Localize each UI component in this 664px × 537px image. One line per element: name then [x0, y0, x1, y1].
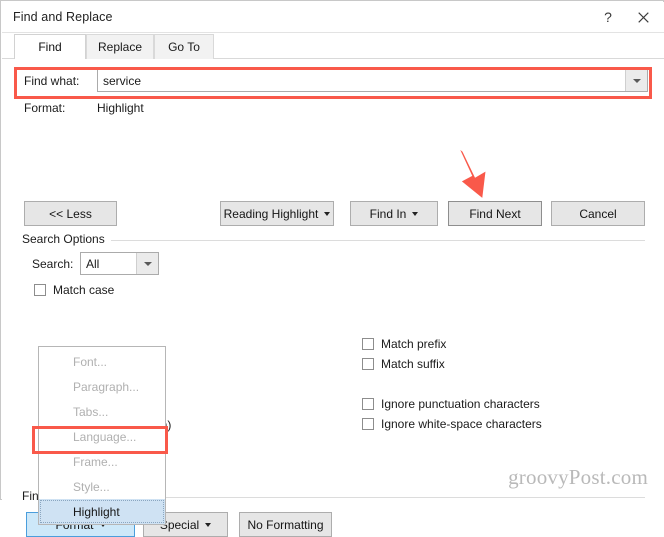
search-scope-select[interactable]: All [80, 252, 159, 275]
title-bar: Find and Replace ? [2, 2, 664, 33]
checkbox-match-suffix-label: Match suffix [381, 357, 445, 371]
cancel-button[interactable]: Cancel [551, 201, 645, 226]
search-options-rule [22, 240, 645, 241]
search-scope-label: Search: [32, 257, 73, 271]
watermark: groovyPost.com [508, 465, 648, 490]
find-in-button[interactable]: Find In [350, 201, 438, 226]
find-what-input[interactable]: service [97, 69, 648, 92]
page-title: Find and Replace [13, 10, 113, 24]
chevron-down-icon [144, 262, 152, 266]
chevron-down-icon [633, 79, 641, 83]
menu-item-language-label: Language... [73, 430, 136, 444]
search-scope-dropdown-button[interactable] [136, 253, 158, 274]
dialog-window: Find and Replace ? Find Replace G [0, 0, 664, 500]
checkbox-ignore-punctuation-label: Ignore punctuation characters [381, 397, 540, 411]
tab-replace-label: Replace [98, 40, 142, 54]
format-dropdown-menu: Font... Paragraph... Tabs... Language...… [38, 346, 166, 525]
checkbox-box-icon [362, 358, 374, 370]
menu-item-frame-label: Frame... [73, 455, 118, 469]
menu-item-style-label: Style... [73, 480, 110, 494]
reading-highlight-button[interactable]: Reading Highlight [220, 201, 334, 226]
tab-goto-label: Go To [168, 40, 200, 54]
menu-item-style[interactable]: Style... [39, 474, 165, 499]
find-what-label: Find what: [24, 74, 79, 88]
caret-down-icon [324, 212, 330, 216]
checkbox-ignore-whitespace[interactable]: Ignore white-space characters [362, 417, 542, 431]
checkbox-match-case-label: Match case [53, 283, 114, 297]
menu-item-paragraph-label: Paragraph... [73, 380, 139, 394]
no-formatting-button-label: No Formatting [247, 518, 323, 532]
caret-down-icon [412, 212, 418, 216]
cancel-button-label: Cancel [579, 207, 616, 221]
tab-strip: Find Replace Go To [2, 33, 664, 60]
less-button[interactable]: << Less [24, 201, 117, 226]
checkbox-box-icon [362, 418, 374, 430]
find-in-button-label: Find In [370, 207, 407, 221]
find-what-value: service [98, 74, 141, 88]
help-icon[interactable]: ? [591, 2, 625, 32]
menu-item-tabs-label: Tabs... [73, 405, 108, 419]
no-formatting-button[interactable]: No Formatting [239, 512, 332, 537]
checkbox-match-prefix[interactable]: Match prefix [362, 337, 446, 351]
search-scope-value: All [81, 257, 99, 271]
checkbox-match-prefix-label: Match prefix [381, 337, 446, 351]
menu-item-font-label: Font... [73, 355, 107, 369]
tab-replace[interactable]: Replace [86, 34, 154, 59]
menu-item-tabs[interactable]: Tabs... [39, 399, 165, 424]
less-button-label: << Less [49, 207, 92, 221]
menu-item-paragraph[interactable]: Paragraph... [39, 374, 165, 399]
find-what-dropdown-button[interactable] [625, 70, 647, 91]
format-status-value: Highlight [97, 101, 144, 115]
tab-goto[interactable]: Go To [154, 34, 214, 59]
find-next-button-label: Find Next [469, 207, 520, 221]
format-status-label: Format: [24, 101, 65, 115]
checkbox-box-icon [362, 338, 374, 350]
menu-item-font[interactable]: Font... [39, 349, 165, 374]
checkbox-ignore-punctuation[interactable]: Ignore punctuation characters [362, 397, 540, 411]
menu-item-frame[interactable]: Frame... [39, 449, 165, 474]
checkbox-ignore-whitespace-label: Ignore white-space characters [381, 417, 542, 431]
tab-active-mask [16, 58, 84, 60]
reading-highlight-button-label: Reading Highlight [224, 207, 319, 221]
caret-down-icon [205, 523, 211, 527]
checkbox-match-suffix[interactable]: Match suffix [362, 357, 445, 371]
tab-find[interactable]: Find [14, 34, 86, 59]
find-and-replace-dialog: Find and Replace ? Find Replace G [0, 0, 664, 500]
find-next-button[interactable]: Find Next [448, 201, 542, 226]
dialog-body: Find what: service Format: Highlight << … [2, 60, 664, 500]
menu-item-highlight[interactable]: Highlight [39, 499, 165, 524]
checkbox-match-case[interactable]: Match case [34, 283, 114, 297]
tab-find-label: Find [38, 40, 61, 54]
search-options-group-label: Search Options [22, 232, 111, 246]
menu-item-highlight-label: Highlight [73, 505, 120, 519]
menu-item-language[interactable]: Language... [39, 424, 165, 449]
checkbox-box-icon [34, 284, 46, 296]
close-icon[interactable] [626, 2, 660, 32]
checkbox-box-icon [362, 398, 374, 410]
